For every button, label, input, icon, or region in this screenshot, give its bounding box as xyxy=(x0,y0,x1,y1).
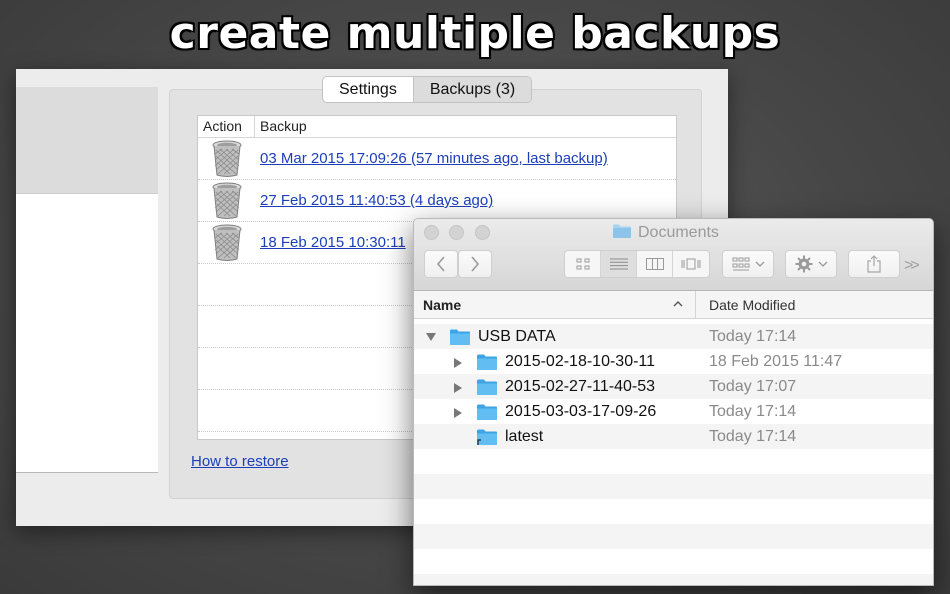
list-item[interactable]: USB DATA Today 17:14 xyxy=(414,324,933,349)
file-date: Today 17:07 xyxy=(709,378,797,395)
tab-backups[interactable]: Backups (3) xyxy=(412,77,532,102)
column-header-backup[interactable]: Backup xyxy=(255,116,307,137)
table-row: 03 Mar 2015 17:09:26 (57 minutes ago, la… xyxy=(198,138,676,180)
folder-alias-icon xyxy=(477,429,497,445)
folder-icon xyxy=(477,354,497,370)
file-name: 2015-02-18-10-30-11 xyxy=(505,353,656,370)
action-menu-button[interactable] xyxy=(785,250,837,278)
table-row: 27 Feb 2015 11:40:53 (4 days ago) xyxy=(198,180,676,222)
close-button[interactable] xyxy=(424,225,439,240)
how-to-restore-link[interactable]: How to restore xyxy=(191,453,289,470)
source-list-header-area xyxy=(16,87,158,194)
forward-button[interactable] xyxy=(458,250,492,278)
chevron-right-icon xyxy=(471,256,480,272)
file-name: 2015-02-27-11-40-53 xyxy=(505,378,656,395)
column-header-date-modified[interactable]: Date Modified xyxy=(709,291,795,319)
source-list[interactable] xyxy=(16,194,158,472)
finder-toolbar: Documents >> xyxy=(414,219,933,291)
disclosure-collapsed-icon[interactable] xyxy=(453,407,463,419)
list-item-empty xyxy=(414,449,933,474)
cover-flow-button[interactable] xyxy=(673,251,709,277)
list-item-empty xyxy=(414,474,933,499)
zoom-button[interactable] xyxy=(475,225,490,240)
list-item[interactable]: 2015-03-03-17-09-26 Today 17:14 xyxy=(414,399,933,424)
finder-file-list: USB DATA Today 17:14 2015-02-18-10-30-11… xyxy=(414,324,933,585)
backup-link[interactable]: 27 Feb 2015 11:40:53 (4 days ago) xyxy=(255,192,493,209)
minimize-button[interactable] xyxy=(449,225,464,240)
trash-icon[interactable] xyxy=(198,224,255,262)
file-date: Today 17:14 xyxy=(709,428,797,445)
back-button[interactable] xyxy=(424,250,458,278)
tab-segmented-control: Settings Backups (3) xyxy=(322,76,533,103)
chevron-down-icon xyxy=(755,261,764,267)
grid-icon xyxy=(576,258,589,270)
column-header-action[interactable]: Action xyxy=(198,116,255,137)
folder-icon xyxy=(477,379,497,395)
gear-icon xyxy=(795,255,812,273)
file-name: latest xyxy=(505,428,544,445)
columns-icon xyxy=(645,258,664,270)
disclosure-expanded-icon[interactable] xyxy=(425,332,437,342)
share-button[interactable] xyxy=(848,250,900,278)
list-item[interactable]: 2015-02-18-10-30-11 18 Feb 2015 11:47 xyxy=(414,349,933,374)
backup-link[interactable]: 18 Feb 2015 10:30:11 xyxy=(255,234,406,251)
folder-icon xyxy=(477,404,497,420)
column-header-name[interactable]: Name xyxy=(423,291,461,319)
list-item-empty xyxy=(414,499,933,524)
list-view-button[interactable] xyxy=(601,251,637,277)
column-separator[interactable] xyxy=(695,291,696,319)
file-date: 18 Feb 2015 11:47 xyxy=(709,353,843,370)
list-item[interactable]: latest Today 17:14 xyxy=(414,424,933,449)
file-name: USB DATA xyxy=(478,328,556,345)
arrange-button[interactable] xyxy=(722,250,774,278)
backup-link[interactable]: 03 Mar 2015 17:09:26 (57 minutes ago, la… xyxy=(255,150,608,167)
cover-flow-icon xyxy=(681,258,701,270)
toolbar-overflow-icon[interactable]: >> xyxy=(904,257,920,275)
disclosure-collapsed-icon[interactable] xyxy=(453,382,463,394)
sort-ascending-icon xyxy=(673,301,683,307)
arrange-icon xyxy=(732,257,749,271)
backups-table-header: Action Backup xyxy=(198,116,676,138)
list-item[interactable]: 2015-02-27-11-40-53 Today 17:07 xyxy=(414,374,933,399)
folder-icon xyxy=(612,223,632,244)
list-item-empty xyxy=(414,549,933,574)
column-view-button[interactable] xyxy=(637,251,673,277)
file-date: Today 17:14 xyxy=(709,403,797,420)
folder-icon xyxy=(450,329,470,345)
icon-view-button[interactable] xyxy=(565,251,601,277)
window-title: Documents xyxy=(612,223,719,243)
headline: create multiple backups xyxy=(169,8,781,59)
view-mode-control xyxy=(564,250,710,278)
list-item-empty xyxy=(414,524,933,549)
trash-icon[interactable] xyxy=(198,140,255,178)
file-name: 2015-03-03-17-09-26 xyxy=(505,403,657,420)
source-list-pane xyxy=(16,87,158,500)
share-icon xyxy=(867,255,881,273)
finder-window: Documents >> Name Date Modified USB DATA… xyxy=(413,218,934,586)
tab-settings[interactable]: Settings xyxy=(323,77,413,102)
chevron-down-icon xyxy=(818,261,827,267)
list-icon xyxy=(609,258,628,270)
finder-column-header: Name Date Modified xyxy=(414,291,933,319)
list-item-empty xyxy=(414,574,933,585)
source-bottom-field[interactable] xyxy=(16,472,158,500)
disclosure-collapsed-icon[interactable] xyxy=(453,357,463,369)
chevron-left-icon xyxy=(436,256,445,272)
trash-icon[interactable] xyxy=(198,182,255,220)
file-date: Today 17:14 xyxy=(709,328,797,345)
window-title-text: Documents xyxy=(638,224,719,241)
